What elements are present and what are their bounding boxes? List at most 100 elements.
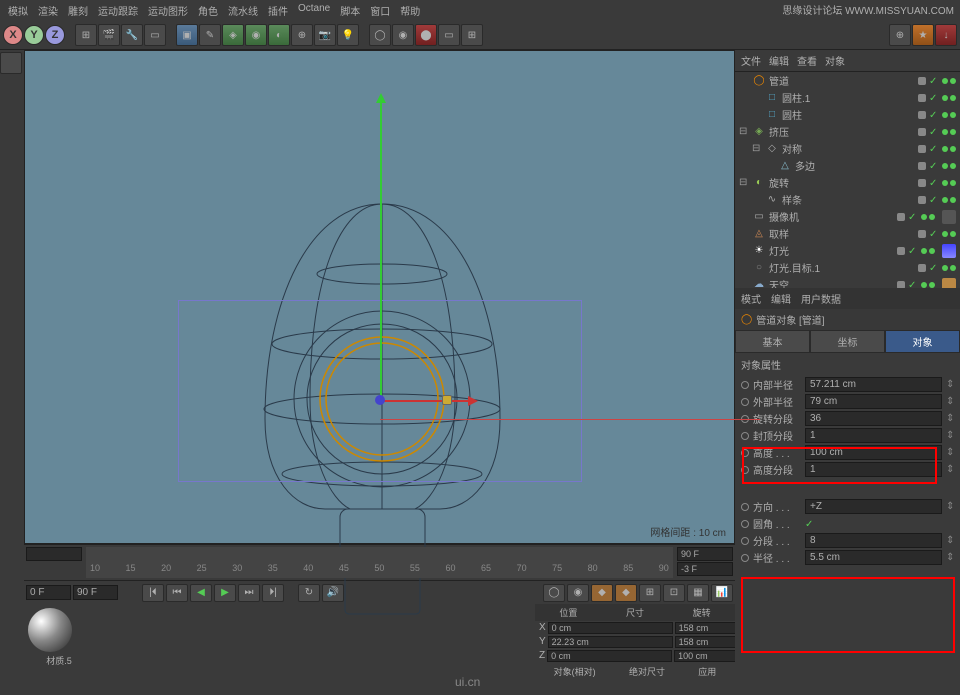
toolbar-button[interactable]: ⊞ [639, 584, 661, 602]
goto-start-button[interactable]: |⏴ [142, 584, 164, 602]
attr-value-input[interactable]: +Z [805, 499, 942, 514]
camera-button[interactable]: 📷 [314, 24, 336, 46]
record-button[interactable]: ⬤ [415, 24, 437, 46]
viewport[interactable]: 网格间距 : 10 cm [24, 50, 735, 544]
visibility-dots[interactable] [942, 78, 956, 84]
toolbar-button[interactable]: ▦ [687, 584, 709, 602]
axis-y-gizmo[interactable] [380, 96, 382, 401]
timeline[interactable]: 1015202530354045505560657075808590 [24, 544, 735, 580]
toolbar-button[interactable]: ▭ [144, 24, 166, 46]
coord-x-pos[interactable] [548, 622, 673, 634]
axis-handle[interactable] [442, 395, 452, 405]
visibility-dots[interactable] [921, 282, 935, 288]
spinner-icon[interactable]: ⇕ [946, 501, 954, 512]
menu-item[interactable]: 流水线 [228, 3, 258, 18]
object-tree[interactable]: ◯管道✓□圆柱.1✓□圆柱✓⊟◈挤压✓⊟◇对称✓△多边✓⊟◐旋转✓∿样条✓▭摄像… [735, 72, 960, 288]
play-back-button[interactable]: ◀ [190, 584, 212, 602]
frame-start-input[interactable] [26, 585, 71, 600]
tab-object[interactable]: 对象 [885, 330, 960, 353]
tag-icon[interactable] [942, 278, 956, 289]
toolbar-button[interactable]: ⊞ [75, 24, 97, 46]
visible-check-icon[interactable]: ✓ [908, 212, 918, 222]
rp-menu[interactable]: 对象 [825, 53, 845, 68]
toolbar-button[interactable]: ⊞ [461, 24, 483, 46]
keyframe-button[interactable]: ◆ [615, 584, 637, 602]
visibility-dots[interactable] [942, 265, 956, 271]
menu-item[interactable]: 运动跟踪 [98, 3, 138, 18]
attr-radio-icon[interactable] [741, 520, 749, 528]
tab-coords[interactable]: 坐标 [810, 330, 885, 353]
tree-item[interactable]: □圆柱✓ [735, 106, 960, 123]
attr-value-input[interactable]: 36 [805, 411, 942, 426]
tree-item[interactable]: ⊟◇对称✓ [735, 140, 960, 157]
attr-checkbox[interactable]: ✓ [805, 519, 815, 529]
attr-value-input[interactable]: 8 [805, 533, 942, 548]
attr-value-input[interactable]: 5.5 cm [805, 550, 942, 565]
step-back-button[interactable]: ⏮ [166, 584, 188, 602]
toolbar-button[interactable]: 🔧 [121, 24, 143, 46]
visibility-dots[interactable] [942, 163, 956, 169]
timeline-total-input[interactable] [677, 547, 733, 561]
toolbar-button[interactable]: ⊕ [291, 24, 313, 46]
timeline-state-input[interactable] [677, 562, 733, 576]
visible-check-icon[interactable]: ✓ [929, 263, 939, 273]
attr-value-input[interactable]: 57.211 cm [805, 377, 942, 392]
timeline-ruler[interactable]: 1015202530354045505560657075808590 [86, 547, 673, 578]
attr-radio-icon[interactable] [741, 554, 749, 562]
visible-check-icon[interactable]: ✓ [929, 110, 939, 120]
tree-item[interactable]: ◯管道✓ [735, 72, 960, 89]
spinner-icon[interactable]: ⇕ [946, 535, 954, 546]
toolbar-button[interactable]: ⊡ [663, 584, 685, 602]
visible-check-icon[interactable]: ✓ [929, 195, 939, 205]
toolbar-button[interactable]: ◯ [369, 24, 391, 46]
toolbar-button[interactable]: ▭ [438, 24, 460, 46]
mode-tab[interactable]: 编辑 [771, 291, 791, 306]
coord-y-pos[interactable] [548, 636, 673, 648]
menu-item[interactable]: 模拟 [8, 3, 28, 18]
visible-check-icon[interactable]: ✓ [929, 144, 939, 154]
layer-toggle[interactable] [897, 281, 905, 289]
axis-y-toggle[interactable]: Y [24, 25, 44, 45]
material-preview[interactable] [28, 608, 72, 652]
attr-value-input[interactable]: 1 [805, 428, 942, 443]
attr-radio-icon[interactable] [741, 432, 749, 440]
toolbar-button[interactable]: 🎬 [98, 24, 120, 46]
generator-button[interactable]: ◉ [245, 24, 267, 46]
attr-radio-icon[interactable] [741, 503, 749, 511]
light-button[interactable]: 💡 [337, 24, 359, 46]
spinner-icon[interactable]: ⇕ [946, 430, 954, 441]
visible-check-icon[interactable]: ✓ [929, 161, 939, 171]
menu-item[interactable]: 窗口 [370, 3, 390, 18]
layer-toggle[interactable] [918, 196, 926, 204]
coord-z-pos[interactable] [547, 650, 672, 662]
tree-item[interactable]: ○灯光.目标.1✓ [735, 259, 960, 276]
visible-check-icon[interactable]: ✓ [929, 76, 939, 86]
layer-toggle[interactable] [918, 230, 926, 238]
spinner-icon[interactable]: ⇕ [946, 552, 954, 563]
visibility-dots[interactable] [942, 180, 956, 186]
coord-mode-button[interactable]: 对象(相对) [554, 665, 596, 678]
visibility-dots[interactable] [942, 197, 956, 203]
layer-toggle[interactable] [918, 264, 926, 272]
tab-basic[interactable]: 基本 [735, 330, 810, 353]
visibility-dots[interactable] [942, 112, 956, 118]
layer-toggle[interactable] [918, 94, 926, 102]
visible-check-icon[interactable]: ✓ [929, 178, 939, 188]
autokey-button[interactable]: ◆ [591, 584, 613, 602]
spinner-icon[interactable]: ⇕ [946, 447, 954, 458]
visibility-dots[interactable] [921, 248, 935, 254]
coord-size-button[interactable]: 绝对尺寸 [629, 665, 665, 678]
visible-check-icon[interactable]: ✓ [929, 127, 939, 137]
attr-radio-icon[interactable] [741, 398, 749, 406]
toolbar-button[interactable]: ◉ [392, 24, 414, 46]
coord-apply-button[interactable]: 应用 [698, 665, 716, 678]
layer-toggle[interactable] [918, 145, 926, 153]
menu-item[interactable]: 运动图形 [148, 3, 188, 18]
attr-radio-icon[interactable] [741, 381, 749, 389]
deformer-button[interactable]: ◈ [222, 24, 244, 46]
rp-menu[interactable]: 文件 [741, 53, 761, 68]
visibility-dots[interactable] [942, 146, 956, 152]
axis-center[interactable] [375, 395, 385, 405]
layer-toggle[interactable] [918, 111, 926, 119]
visibility-dots[interactable] [942, 95, 956, 101]
